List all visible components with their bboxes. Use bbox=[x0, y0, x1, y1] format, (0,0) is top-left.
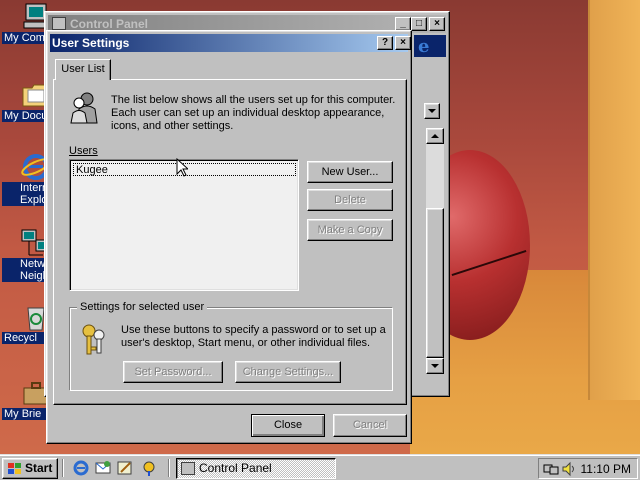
desktop-icon-my-briefcase[interactable]: My Brie bbox=[2, 378, 50, 420]
ie-logo-icon: e bbox=[418, 36, 430, 57]
desktop-icon-label: Netw bbox=[2, 258, 50, 270]
show-desktop-icon[interactable] bbox=[116, 459, 134, 477]
taskbar-separator bbox=[62, 459, 64, 477]
scroll-thumb[interactable] bbox=[426, 208, 444, 358]
control-panel-icon bbox=[181, 462, 195, 475]
maximize-button[interactable]: □ bbox=[411, 17, 427, 31]
arrow-up-icon bbox=[431, 134, 439, 138]
system-tray: 11:10 PM bbox=[538, 458, 638, 479]
close-button[interactable]: Close bbox=[251, 414, 325, 437]
cancel-label: Cancel bbox=[352, 419, 388, 431]
close-label: Close bbox=[273, 419, 303, 431]
set-password-button[interactable]: Set Password... bbox=[123, 361, 223, 383]
users-label: Users bbox=[69, 145, 98, 157]
desktop-icon-my-documents[interactable]: My Docu bbox=[2, 80, 50, 122]
windows-logo-icon bbox=[8, 463, 21, 474]
minimize-icon: _ bbox=[400, 18, 406, 29]
start-button[interactable]: Start bbox=[2, 458, 58, 479]
taskbar-separator bbox=[168, 459, 170, 477]
desktop-icon-label-line2: Explo bbox=[2, 194, 50, 206]
close-icon: × bbox=[400, 37, 406, 48]
network-tray-icon[interactable] bbox=[543, 461, 559, 477]
control-panel-close-button[interactable]: × bbox=[429, 17, 445, 31]
tab-user-list[interactable]: User List bbox=[55, 59, 111, 80]
users-icon bbox=[70, 92, 98, 124]
desktop-icon-label: Interr bbox=[2, 182, 50, 194]
delete-button[interactable]: Delete bbox=[307, 189, 393, 211]
desktop-icon-label: My Docu bbox=[2, 110, 46, 122]
user-settings-dialog[interactable]: User Settings ? × User List The list bel… bbox=[46, 30, 412, 444]
make-a-copy-button[interactable]: Make a Copy bbox=[307, 219, 393, 241]
desktop-icon-label: My Brie bbox=[2, 408, 46, 420]
make-a-copy-label: Make a Copy bbox=[317, 224, 383, 236]
dialog-titlebar[interactable]: User Settings bbox=[50, 34, 408, 52]
new-user-label: New User... bbox=[321, 166, 379, 178]
keys-icon bbox=[82, 324, 105, 355]
desktop-icon-my-computer[interactable]: My Com bbox=[2, 2, 50, 44]
set-password-label: Set Password... bbox=[134, 366, 212, 378]
desktop-icon-label: My Com bbox=[2, 32, 46, 44]
group-label: Settings for selected user bbox=[77, 301, 208, 313]
tab-label: User List bbox=[61, 63, 105, 75]
desktop-icon-label-line2: Neighbo bbox=[2, 270, 50, 282]
desktop-icon-network-neighborhood[interactable]: Netw Neighbo bbox=[2, 228, 51, 282]
scroll-up-button[interactable] bbox=[426, 128, 444, 144]
users-listbox[interactable]: Kugee bbox=[69, 159, 299, 291]
control-panel-icon bbox=[52, 17, 66, 30]
wallpaper-wall bbox=[588, 0, 640, 400]
change-settings-button[interactable]: Change Settings... bbox=[235, 361, 341, 383]
maximize-icon: □ bbox=[415, 18, 423, 29]
control-panel-title: Control Panel bbox=[70, 17, 149, 31]
taskbar: Start Control Panel 11:10 PM bbox=[0, 454, 640, 480]
dialog-title: User Settings bbox=[52, 36, 130, 50]
new-user-button[interactable]: New User... bbox=[307, 161, 393, 183]
help-button[interactable]: ? bbox=[377, 36, 393, 50]
outlook-express-icon[interactable] bbox=[94, 459, 112, 477]
users-label-text: Users bbox=[69, 145, 98, 157]
close-icon: × bbox=[434, 18, 440, 29]
group-description: Use these buttons to specify a password … bbox=[121, 324, 386, 349]
channels-icon[interactable] bbox=[140, 459, 158, 477]
user-name: Kugee bbox=[76, 164, 108, 176]
volume-icon[interactable] bbox=[561, 461, 577, 477]
clock[interactable]: 11:10 PM bbox=[581, 462, 631, 476]
arrow-down-icon bbox=[431, 364, 439, 368]
desktop-icon-recycle-bin[interactable]: Recycl bbox=[2, 302, 50, 344]
delete-label: Delete bbox=[334, 194, 366, 206]
scroll-down-button[interactable] bbox=[426, 358, 444, 374]
taskbar-button-control-panel[interactable]: Control Panel bbox=[176, 458, 336, 479]
desktop-icon-label: Recycl bbox=[2, 332, 46, 344]
change-settings-label: Change Settings... bbox=[242, 366, 334, 378]
mouse-cursor-icon bbox=[176, 158, 188, 177]
intro-text: The list below shows all the users set u… bbox=[111, 94, 396, 132]
dialog-close-x-button[interactable]: × bbox=[395, 36, 411, 50]
start-label: Start bbox=[25, 461, 53, 475]
help-icon: ? bbox=[381, 37, 389, 48]
cancel-button[interactable]: Cancel bbox=[333, 414, 407, 437]
ie-icon[interactable] bbox=[72, 459, 90, 477]
control-panel-scrollbar[interactable] bbox=[426, 128, 444, 374]
task-label: Control Panel bbox=[199, 461, 272, 475]
address-dropdown-button[interactable] bbox=[424, 103, 440, 119]
chevron-down-icon bbox=[428, 109, 436, 113]
desktop-icon-internet-explorer[interactable]: Interr Explo bbox=[2, 152, 51, 206]
minimize-button[interactable]: _ bbox=[395, 17, 411, 31]
